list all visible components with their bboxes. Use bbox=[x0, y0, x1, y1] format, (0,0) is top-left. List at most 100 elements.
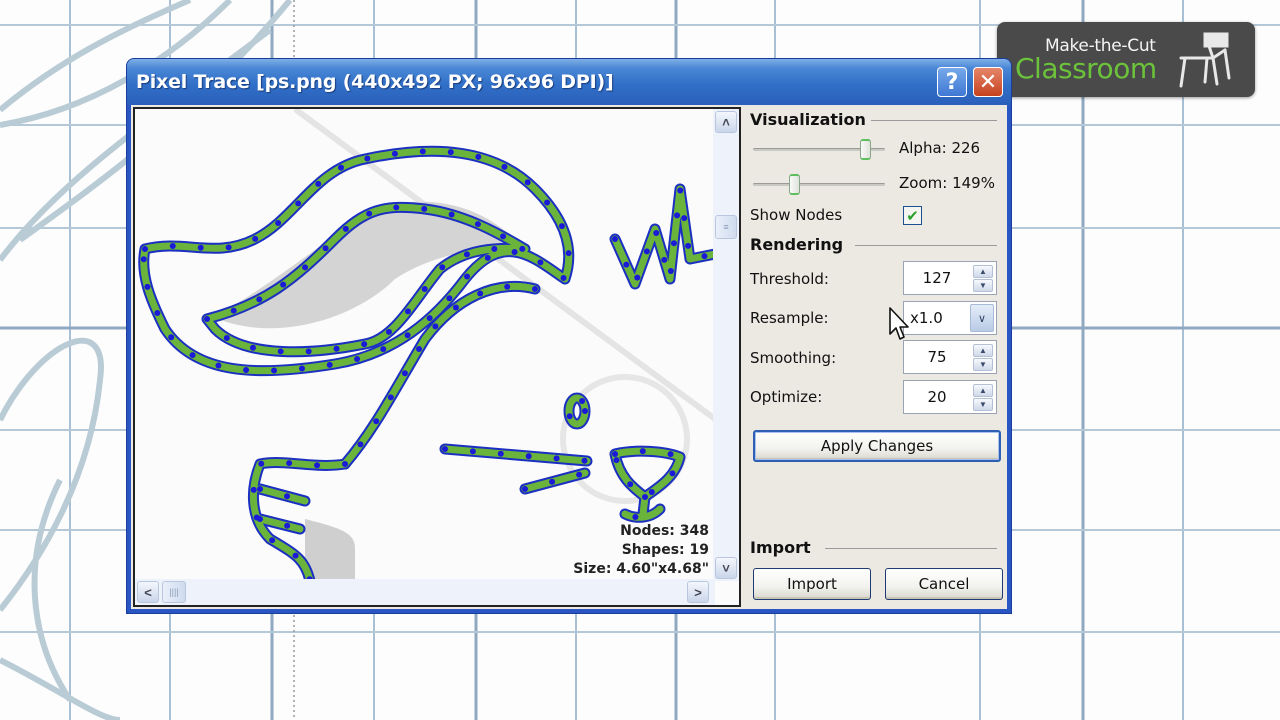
threshold-spinbox[interactable]: 127 ▲ ▼ bbox=[903, 261, 997, 295]
smoothing-spinbox[interactable]: 75 ▲ ▼ bbox=[903, 340, 997, 374]
trace-node[interactable] bbox=[532, 286, 538, 292]
cancel-button[interactable]: Cancel bbox=[885, 568, 1003, 600]
trace-node[interactable] bbox=[475, 153, 482, 160]
trace-node[interactable] bbox=[677, 187, 684, 194]
trace-node[interactable] bbox=[612, 236, 618, 242]
trace-node[interactable] bbox=[549, 478, 556, 485]
help-button[interactable]: ? bbox=[937, 67, 967, 97]
trace-node[interactable] bbox=[464, 273, 471, 280]
trace-node[interactable] bbox=[197, 244, 204, 251]
trace-node[interactable] bbox=[477, 290, 484, 297]
trace-node[interactable] bbox=[642, 494, 648, 500]
trace-node[interactable] bbox=[243, 367, 250, 374]
trace-node[interactable] bbox=[314, 462, 321, 469]
trace-node[interactable] bbox=[685, 242, 692, 249]
import-button[interactable]: Import bbox=[753, 568, 871, 600]
trace-node[interactable] bbox=[393, 204, 400, 211]
close-button[interactable]: ✕ bbox=[973, 67, 1003, 97]
trace-node[interactable] bbox=[169, 243, 176, 250]
trace-node[interactable] bbox=[419, 148, 426, 155]
trace-node[interactable] bbox=[284, 522, 291, 529]
trace-node[interactable] bbox=[576, 471, 583, 478]
trace-node[interactable] bbox=[380, 346, 387, 353]
vertical-scrollbar[interactable]: ˄ ≡ ˅ bbox=[713, 109, 739, 581]
trace-node[interactable] bbox=[627, 481, 634, 488]
trace-node[interactable] bbox=[565, 250, 572, 257]
trace-node[interactable] bbox=[416, 346, 423, 353]
trace-node[interactable] bbox=[305, 348, 312, 355]
trace-node[interactable] bbox=[142, 246, 148, 252]
trace-node[interactable] bbox=[426, 315, 433, 322]
trace-node[interactable] bbox=[446, 295, 453, 302]
trace-node[interactable] bbox=[491, 245, 498, 252]
trace-node[interactable] bbox=[553, 455, 560, 462]
trace-node[interactable] bbox=[558, 223, 565, 230]
trace-node[interactable] bbox=[643, 248, 650, 255]
trace-node[interactable] bbox=[357, 441, 364, 448]
trace-node[interactable] bbox=[667, 268, 674, 275]
trace-node[interactable] bbox=[447, 149, 454, 156]
trace-node[interactable] bbox=[189, 352, 196, 359]
trace-node[interactable] bbox=[524, 179, 531, 186]
resample-dropdown[interactable]: x1.0 ∨ bbox=[903, 301, 997, 335]
scroll-down-button[interactable]: ˅ bbox=[715, 557, 737, 579]
trace-node[interactable] bbox=[404, 308, 411, 315]
trace-node[interactable] bbox=[525, 453, 532, 460]
trace-node[interactable] bbox=[391, 150, 398, 157]
trace-node[interactable] bbox=[361, 341, 368, 348]
trace-node[interactable] bbox=[144, 283, 151, 290]
alpha-slider-thumb[interactable] bbox=[860, 139, 872, 160]
trace-node[interactable] bbox=[284, 493, 291, 500]
trace-node[interactable] bbox=[269, 537, 276, 544]
trace-node[interactable] bbox=[566, 413, 573, 420]
trace-node[interactable] bbox=[639, 448, 646, 455]
trace-node[interactable] bbox=[497, 450, 504, 457]
trace-node[interactable] bbox=[292, 552, 299, 559]
trace-node[interactable] bbox=[579, 397, 586, 404]
trace-node[interactable] bbox=[342, 225, 349, 232]
trace-node[interactable] bbox=[701, 253, 708, 260]
trace-node[interactable] bbox=[519, 245, 526, 252]
trace-node[interactable] bbox=[354, 355, 361, 362]
smoothing-increment[interactable]: ▲ bbox=[973, 344, 993, 357]
trace-node[interactable] bbox=[258, 460, 265, 467]
trace-node[interactable] bbox=[474, 221, 481, 228]
trace-node[interactable] bbox=[277, 348, 284, 355]
trace-node[interactable] bbox=[366, 210, 373, 217]
trace-node[interactable] bbox=[648, 489, 655, 496]
trace-node[interactable] bbox=[670, 240, 677, 247]
trace-node[interactable] bbox=[442, 446, 448, 452]
trace-node[interactable] bbox=[230, 307, 237, 314]
trace-node[interactable] bbox=[612, 451, 618, 457]
trace-node[interactable] bbox=[511, 248, 518, 255]
trace-node[interactable] bbox=[256, 296, 263, 303]
trace-node[interactable] bbox=[537, 259, 544, 266]
trace-node[interactable] bbox=[404, 332, 411, 339]
trace-node[interactable] bbox=[322, 245, 329, 252]
show-nodes-checkbox[interactable]: ✔ bbox=[903, 206, 922, 225]
trace-node[interactable] bbox=[337, 164, 344, 171]
trace-node[interactable] bbox=[634, 274, 641, 281]
trace-node[interactable] bbox=[257, 486, 263, 492]
trace-node[interactable] bbox=[522, 486, 528, 492]
alpha-slider[interactable] bbox=[753, 139, 885, 160]
trace-node[interactable] bbox=[469, 448, 476, 455]
vertical-scroll-thumb[interactable]: ≡ bbox=[715, 215, 737, 239]
trace-node[interactable] bbox=[154, 310, 161, 317]
trace-node[interactable] bbox=[140, 256, 147, 263]
trace-node[interactable] bbox=[484, 254, 491, 261]
trace-node[interactable] bbox=[448, 211, 455, 218]
trace-node[interactable] bbox=[669, 470, 676, 477]
trace-node[interactable] bbox=[544, 199, 551, 206]
scroll-left-button[interactable]: < bbox=[137, 581, 159, 603]
trace-node[interactable] bbox=[632, 514, 639, 521]
scroll-up-button[interactable]: ˄ bbox=[715, 111, 737, 133]
trace-node[interactable] bbox=[280, 281, 287, 288]
trace-node[interactable] bbox=[326, 361, 333, 368]
threshold-value[interactable]: 127 bbox=[904, 269, 970, 287]
trace-node[interactable] bbox=[250, 486, 257, 493]
trace-node[interactable] bbox=[333, 345, 340, 352]
apply-changes-button[interactable]: Apply Changes bbox=[753, 430, 1001, 462]
optimize-decrement[interactable]: ▼ bbox=[973, 398, 993, 411]
trace-node[interactable] bbox=[168, 334, 175, 341]
